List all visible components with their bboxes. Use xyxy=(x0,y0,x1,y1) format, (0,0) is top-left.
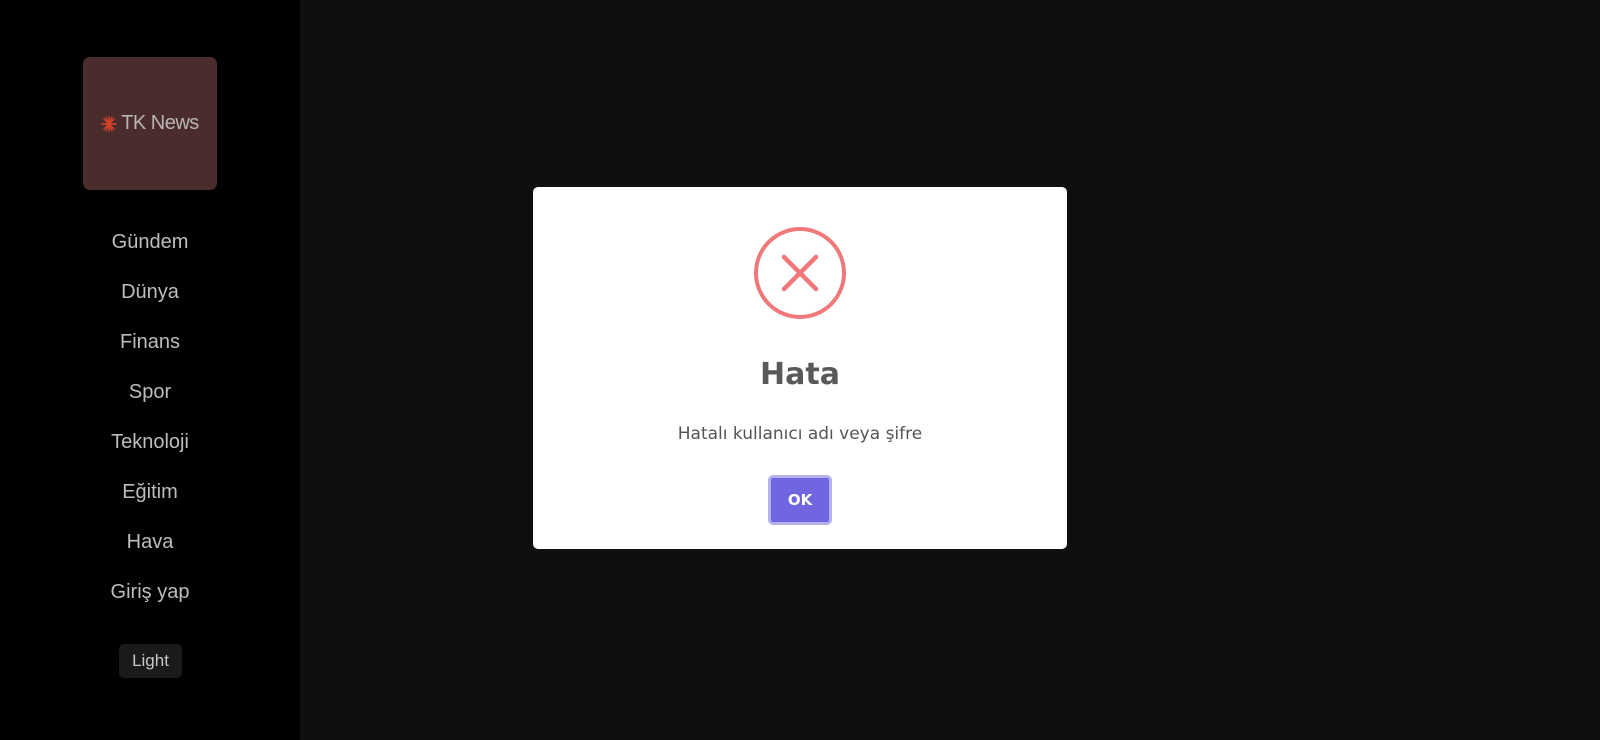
app-root: TK News Gündem Dünya Finans Spor Teknolo… xyxy=(0,0,1600,740)
ok-button[interactable]: OK xyxy=(768,475,832,525)
modal-overlay: Hata Hatalı kullanıcı adı veya şifre OK xyxy=(0,0,1600,740)
dialog-message: Hatalı kullanıcı adı veya şifre xyxy=(677,424,923,444)
dialog-title: Hata xyxy=(760,357,840,392)
error-x-icon xyxy=(754,227,846,319)
error-dialog: Hata Hatalı kullanıcı adı veya şifre OK xyxy=(533,187,1067,549)
error-x-glyph xyxy=(781,254,819,292)
